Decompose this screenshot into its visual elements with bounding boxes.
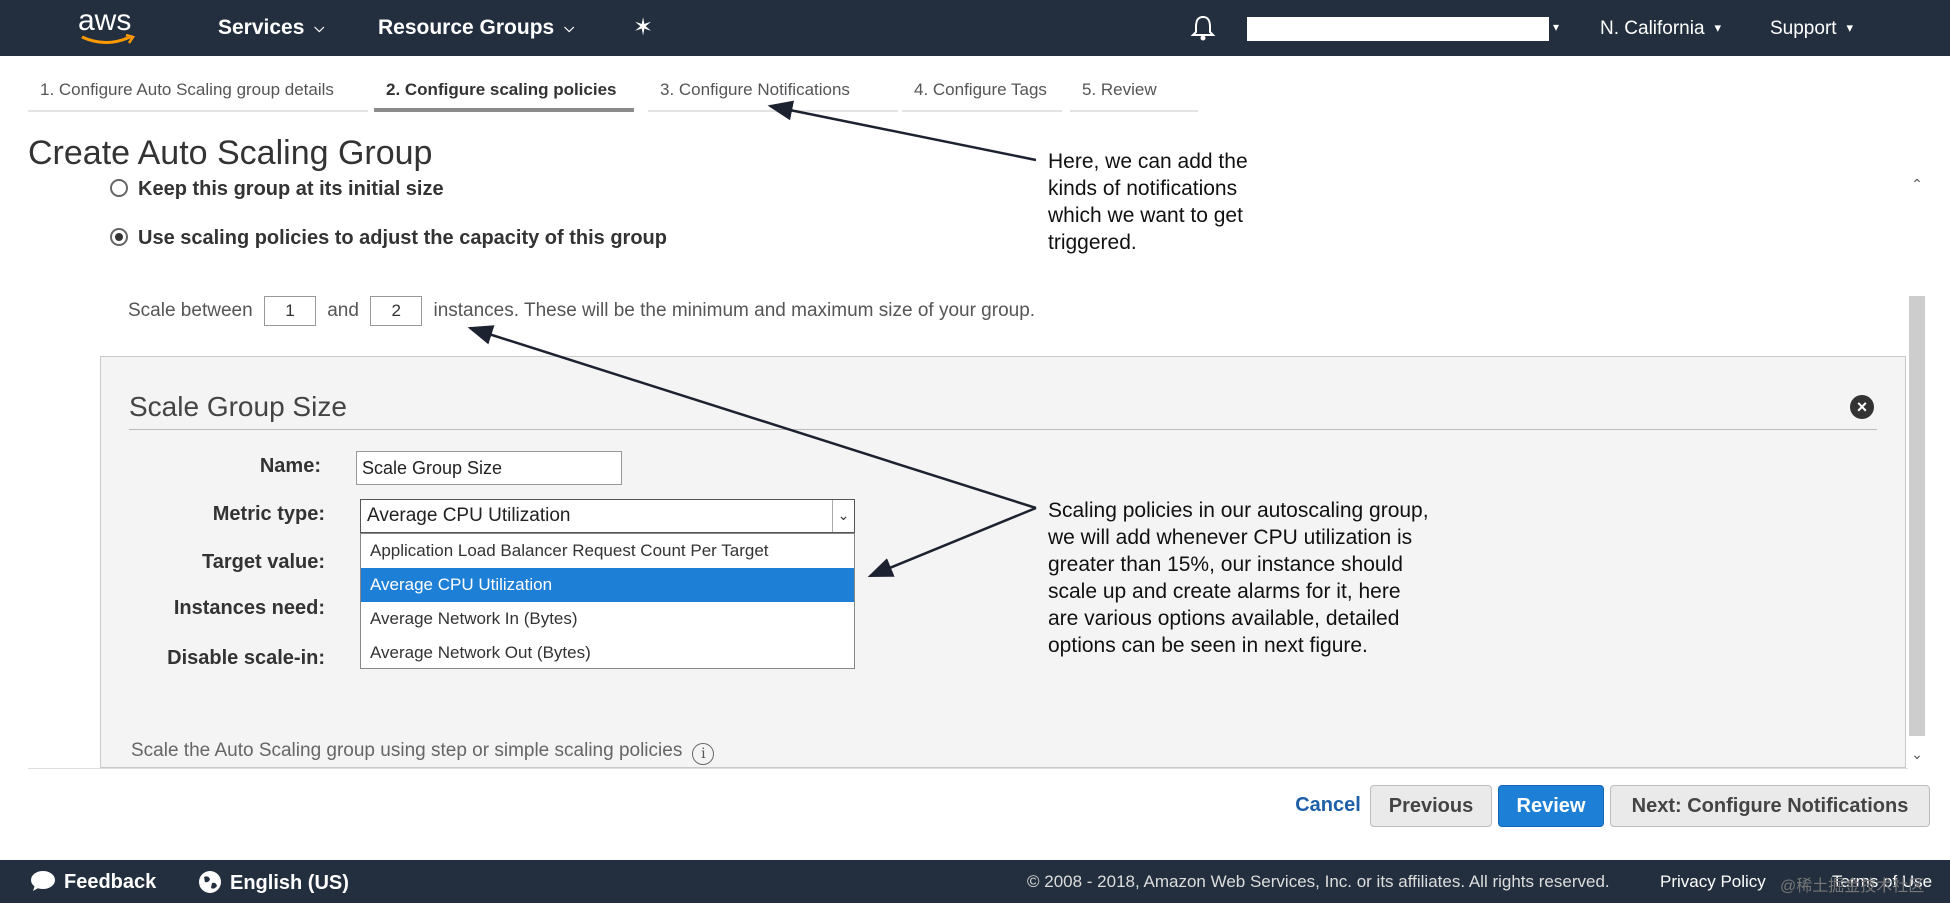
panel-title: Scale Group Size <box>129 391 347 422</box>
divider <box>28 768 1908 769</box>
tab-tags[interactable]: 4. Configure Tags <box>902 80 1062 112</box>
scale-prefix: Scale between <box>128 300 253 322</box>
dropdown-option[interactable]: Average Network Out (Bytes) <box>361 636 854 670</box>
divider <box>129 429 1877 430</box>
annotation-line: Here, we can add the <box>1048 150 1248 173</box>
aws-smile-icon <box>81 34 135 44</box>
scroll-thumb[interactable] <box>1909 296 1925 736</box>
disable-scale-in-label: Disable scale-in: <box>167 647 325 669</box>
annotation-line: which we want to get <box>1048 204 1243 227</box>
language-selector[interactable]: English (US) <box>198 870 349 895</box>
resource-groups-menu[interactable]: Resource Groups ⌵ <box>378 16 574 40</box>
annotation-line: options can be seen in next figure. <box>1048 634 1368 657</box>
copyright-text: © 2008 - 2018, Amazon Web Services, Inc.… <box>1027 872 1610 891</box>
account-menu[interactable] <box>1247 17 1549 41</box>
step-scaling-link[interactable]: Scale the Auto Scaling group using step … <box>131 740 715 765</box>
feedback-link[interactable]: Feedback <box>30 870 156 894</box>
scroll-up-icon[interactable]: ⌃ <box>1907 176 1927 198</box>
max-instances-input[interactable]: 2 <box>370 296 423 326</box>
chevron-down-icon[interactable]: ⌄ <box>832 500 854 532</box>
region-menu[interactable]: N. California ▾ <box>1600 18 1721 40</box>
metric-type-label: Metric type: <box>212 503 325 525</box>
services-label: Services <box>218 16 305 39</box>
annotation-line: kinds of notifications <box>1048 177 1238 200</box>
metric-type-select[interactable]: Average CPU Utilization ⌄ <box>360 499 855 533</box>
metric-type-dropdown: Application Load Balancer Request Count … <box>360 533 855 669</box>
scale-and: and <box>327 300 359 322</box>
watermark: @稀土掘金技术社区 <box>1780 878 1925 895</box>
page-title: Create Auto Scaling Group <box>28 134 433 172</box>
caret-down-icon: ▾ <box>1846 20 1854 35</box>
scale-suffix: instances. These will be the minimum and… <box>433 300 1036 322</box>
language-label: English (US) <box>230 872 349 894</box>
annotation-scaling-policies: Scaling policies in our autoscaling grou… <box>1048 497 1429 659</box>
target-value-label: Target value: <box>202 551 325 573</box>
aws-logo-text: aws <box>78 4 132 37</box>
scrollbar[interactable]: ⌃ ⌄ <box>1907 176 1927 768</box>
services-menu[interactable]: Services ⌵ <box>218 16 324 40</box>
support-menu[interactable]: Support ▾ <box>1770 18 1853 40</box>
next-button[interactable]: Next: Configure Notifications <box>1610 785 1930 827</box>
arrow-to-notifications-tab <box>767 100 1037 162</box>
previous-button[interactable]: Previous <box>1370 785 1492 827</box>
annotation-line: scale up and create alarms for it, here <box>1048 580 1401 603</box>
radio-keep-size-label: Keep this group at its initial size <box>138 178 444 200</box>
dropdown-option-selected[interactable]: Average CPU Utilization <box>361 568 854 602</box>
radio-button-checked[interactable] <box>110 228 128 246</box>
annotation-line: we will add whenever CPU utilization is <box>1048 526 1413 549</box>
info-icon[interactable]: i <box>692 743 715 765</box>
annotation-line: are various options available, detailed <box>1048 607 1400 630</box>
annotation-line: greater than 15%, our instance should <box>1048 553 1403 576</box>
footer: Feedback English (US) © 2008 - 2018, Ama… <box>0 860 1950 903</box>
pin-icon[interactable]: ✶ <box>633 13 653 42</box>
name-label: Name: <box>259 455 321 477</box>
dropdown-option[interactable]: Average Network In (Bytes) <box>361 602 854 636</box>
resource-groups-label: Resource Groups <box>378 16 555 39</box>
radio-keep-size[interactable]: Keep this group at its initial size <box>110 178 444 201</box>
radio-use-policies-label: Use scaling policies to adjust the capac… <box>138 227 667 249</box>
scaling-policy-panel: Scale Group Size × Name: Scale Group Siz… <box>100 356 1906 768</box>
min-instances-input[interactable]: 1 <box>263 296 316 326</box>
region-label: N. California <box>1600 18 1705 39</box>
step-scaling-text: Scale the Auto Scaling group using step … <box>131 740 683 761</box>
tab-review[interactable]: 5. Review <box>1070 80 1198 112</box>
annotation-notifications: Here, we can add the kinds of notificati… <box>1048 148 1248 256</box>
bell-icon[interactable] <box>1190 14 1216 47</box>
feedback-label: Feedback <box>64 871 157 893</box>
dropdown-option[interactable]: Application Load Balancer Request Count … <box>361 534 854 568</box>
metric-type-value: Average CPU Utilization <box>367 505 571 526</box>
close-icon[interactable]: × <box>1850 395 1874 419</box>
account-caret-icon[interactable]: ▾ <box>1553 20 1559 34</box>
top-nav: aws Services ⌵ Resource Groups ⌵ ✶ ▾ N. Ca… <box>0 0 1950 56</box>
speech-bubble-icon <box>31 871 55 891</box>
scale-range-row: Scale between 1 and 2 instances. These w… <box>128 296 1035 326</box>
scroll-down-icon[interactable]: ⌄ <box>1907 746 1927 768</box>
tab-notifications[interactable]: 3. Configure Notifications <box>648 80 898 112</box>
globe-icon <box>199 871 221 893</box>
privacy-policy-link[interactable]: Privacy Policy <box>1660 872 1766 892</box>
aws-logo[interactable]: aws <box>78 4 138 48</box>
radio-button[interactable] <box>110 179 128 197</box>
support-label: Support <box>1770 18 1837 39</box>
instances-need-label: Instances need: <box>173 597 325 619</box>
annotation-line: triggered. <box>1048 231 1137 254</box>
tab-configure-details[interactable]: 1. Configure Auto Scaling group details <box>28 80 368 112</box>
chevron-down-icon: ⌵ <box>564 20 575 35</box>
radio-use-policies[interactable]: Use scaling policies to adjust the capac… <box>110 227 667 250</box>
caret-down-icon: ▾ <box>1714 20 1722 35</box>
policy-name-input[interactable]: Scale Group Size <box>356 451 622 485</box>
chevron-down-icon: ⌵ <box>314 20 325 35</box>
review-button[interactable]: Review <box>1498 785 1604 827</box>
annotation-line: Scaling policies in our autoscaling grou… <box>1048 499 1429 522</box>
tab-scaling-policies[interactable]: 2. Configure scaling policies <box>374 80 634 112</box>
